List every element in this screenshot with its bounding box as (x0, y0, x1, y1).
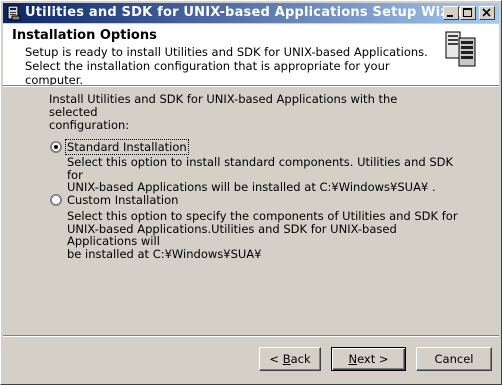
standard-installation-radio[interactable] (50, 141, 62, 153)
back-label: ack (290, 352, 311, 366)
minimize-icon (447, 15, 453, 17)
window-title: Utilities and SDK for UNIX-based Applica… (25, 5, 474, 20)
setup-wizard-window: Utilities and SDK for UNIX-based Applica… (0, 0, 502, 385)
footer-separator (3, 335, 499, 337)
close-button[interactable] (479, 6, 495, 20)
page-description-line: Setup is ready to install Utilities and … (25, 45, 428, 59)
next-label: ext > (357, 352, 389, 366)
standard-installation-description: Select this option to install standard c… (67, 156, 467, 194)
page-description: Setup is ready to install Utilities and … (25, 45, 435, 87)
back-button[interactable]: < Back (259, 347, 321, 371)
next-button[interactable]: Next > (331, 347, 406, 371)
description-line: UNIX-based Applications will be installe… (67, 180, 436, 194)
setup-app-icon (7, 5, 21, 21)
description-line: Select this option to specify the compon… (67, 209, 458, 223)
cancel-button[interactable]: Cancel (416, 347, 492, 371)
standard-installation-label[interactable]: Standard Installation (65, 139, 189, 155)
custom-installation-radio[interactable] (50, 194, 62, 206)
next-accelerator: N (348, 352, 358, 366)
intro-text: Install Utilities and SDK for UNIX-based… (49, 93, 449, 132)
back-accelerator: B (282, 352, 291, 366)
intro-line: Install Utilities and SDK for UNIX-based… (49, 92, 398, 119)
page-description-line: Select the installation configuration th… (25, 59, 390, 87)
custom-installation-description: Select this option to specify the compon… (67, 210, 467, 260)
server-computers-icon (443, 29, 479, 69)
intro-line: configuration: (49, 118, 130, 132)
description-line: be installed at C:¥Windows¥SUA¥ (67, 246, 262, 261)
custom-installation-label[interactable]: Custom Installation (67, 193, 178, 207)
description-line: Select this option to install standard c… (67, 155, 454, 182)
minimize-button[interactable] (443, 6, 459, 20)
close-icon (482, 8, 491, 17)
wizard-header: Installation Options Setup is ready to i… (3, 24, 499, 87)
page-title: Installation Options (12, 28, 157, 43)
maximize-icon (463, 8, 472, 17)
back-prefix: < (269, 352, 283, 366)
header-separator (3, 85, 499, 87)
title-bar[interactable]: Utilities and SDK for UNIX-based Applica… (3, 3, 499, 23)
description-line: UNIX-based Applications.Utilities and SD… (67, 221, 397, 248)
maximize-button[interactable] (460, 6, 476, 20)
